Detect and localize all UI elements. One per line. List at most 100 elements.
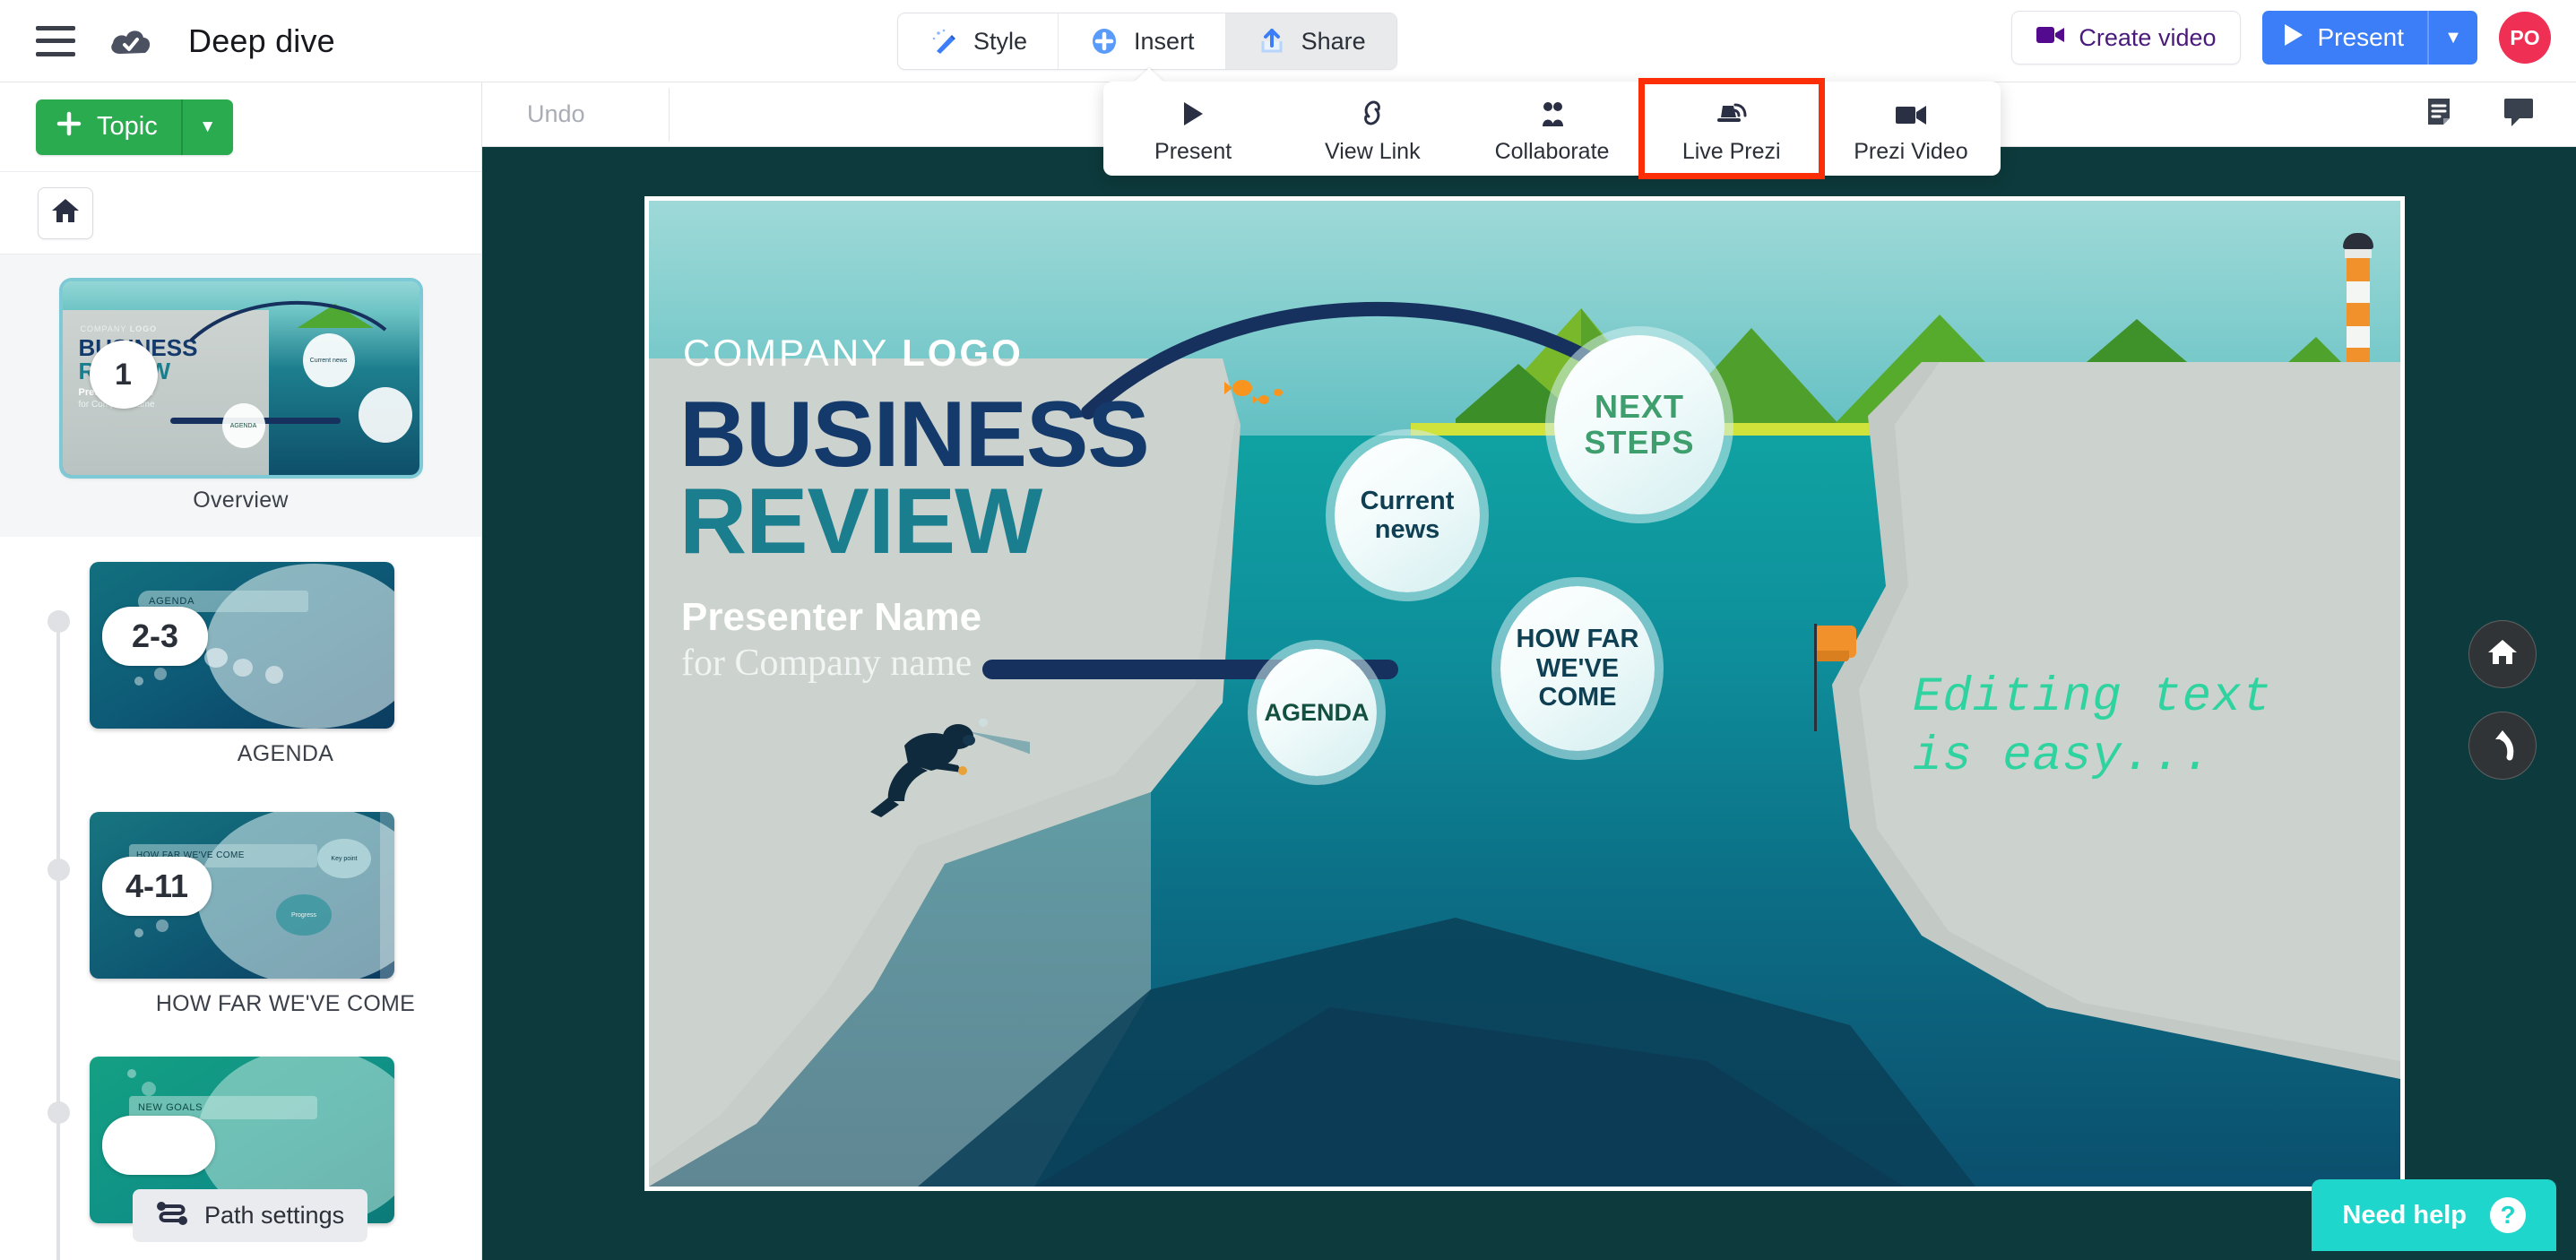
canvas-area[interactable]: COMPANY LOGO BUSINESS REVIEW Presenter N… [482, 82, 2576, 1260]
top-right-controls: Create video Present ▼ PO [2011, 11, 2551, 65]
upload-icon [1257, 26, 1287, 56]
home-icon [2485, 636, 2520, 673]
bubble-how-far[interactable]: HOW FAR WE'VE COME [1500, 586, 1655, 751]
document-title[interactable]: Deep dive [188, 22, 335, 60]
prezi-editor: Deep dive Style Insert Share Create vide… [0, 0, 2576, 1260]
link-icon [1357, 92, 1387, 128]
slide-item-1[interactable]: COMPANY LOGO BUSINESS REVIEW Presenter N… [0, 255, 481, 537]
create-video-button[interactable]: Create video [2011, 11, 2241, 65]
user-avatar[interactable]: PO [2499, 12, 2551, 64]
tab-insert-label: Insert [1134, 27, 1195, 55]
company-logo-light: COMPANY [683, 332, 903, 374]
tab-share[interactable]: Share [1225, 13, 1396, 69]
company-logo-bold: LOGO [902, 332, 1024, 374]
bubble-agenda[interactable]: AGENDA [1257, 649, 1377, 776]
slide-label: Overview [193, 488, 289, 513]
center-tab-group: Style Insert Share [897, 13, 1397, 70]
share-item-label: Present [1154, 139, 1232, 164]
path-settings-label: Path settings [204, 1202, 345, 1229]
bubble-current-news-label: Current news [1360, 486, 1455, 544]
share-item-label: View Link [1325, 139, 1421, 164]
path-settings-button[interactable]: Path settings [133, 1189, 368, 1242]
video-camera-icon [2036, 23, 2066, 53]
slide-item-2[interactable]: AGENDA 2-3 AGENDA [0, 537, 481, 787]
hamburger-menu-icon[interactable] [36, 25, 75, 56]
slide-item-3[interactable]: HOW FAR WE'VE COME Key point Progress 4-… [0, 787, 481, 1037]
cloud-check-icon[interactable] [108, 23, 152, 59]
editing-text-line2: is easy... [1913, 729, 2213, 784]
share-item-label: Collaborate [1494, 139, 1610, 164]
path-dot[interactable] [48, 610, 70, 633]
tab-style-label: Style [973, 27, 1028, 55]
question-mark-icon: ? [2490, 1197, 2526, 1233]
canvas-home-button[interactable] [2468, 620, 2537, 688]
create-video-label: Create video [2079, 23, 2217, 51]
share-menu-item-prezi-video[interactable]: Prezi Video [1821, 82, 2001, 176]
share-dropdown-menu: Present View Link Collaborate Live Prezi… [1103, 78, 2001, 179]
slide-badge [102, 1116, 215, 1175]
need-help-label: Need help [2342, 1200, 2467, 1230]
present-button[interactable]: Present [2261, 11, 2427, 65]
slide-badge: 1 [89, 341, 158, 409]
need-help-button[interactable]: Need help ? [2312, 1179, 2556, 1251]
editing-text-line1: Editing text [1913, 670, 2272, 725]
path-dot[interactable] [48, 1101, 70, 1124]
home-icon [50, 196, 81, 229]
comment-icon[interactable] [2503, 97, 2537, 132]
canvas-back-button[interactable] [2468, 712, 2537, 780]
share-menu-pointer [1134, 68, 1164, 82]
notes-icon[interactable] [2425, 96, 2458, 133]
people-icon [1536, 92, 1569, 128]
slide-company-name[interactable]: for Company name [681, 642, 972, 685]
tab-share-label: Share [1301, 27, 1366, 55]
magic-wand-icon [929, 26, 959, 56]
share-menu-item-view-link[interactable]: View Link [1283, 82, 1462, 176]
share-menu-item-collaborate[interactable]: Collaborate [1462, 82, 1641, 176]
sidebar-home-button[interactable] [38, 186, 93, 239]
slide-list[interactable]: COMPANY LOGO BUSINESS REVIEW Presenter N… [0, 255, 481, 1260]
present-button-group[interactable]: Present ▼ [2261, 11, 2477, 65]
add-topic-label: Topic [97, 112, 158, 141]
plus-circle-icon [1089, 26, 1119, 56]
video-cam-icon [1893, 92, 1929, 128]
slide-title-line2[interactable]: REVIEW [679, 474, 1042, 569]
slide-editing-text[interactable]: Editing text is easy... [1913, 669, 2272, 787]
bubble-how-far-label: HOW FAR WE'VE COME [1516, 625, 1639, 712]
share-menu-item-present[interactable]: Present [1103, 82, 1283, 176]
bubble-agenda-label: AGENDA [1264, 698, 1370, 726]
slide-label: AGENDA [237, 741, 334, 766]
bubble-next-steps-label: NEXT STEPS [1584, 387, 1695, 461]
canvas-toolbar-right [2425, 96, 2537, 133]
present-label: Present [2317, 23, 2405, 51]
bubble-current-news[interactable]: Current news [1335, 438, 1480, 592]
slide-badge: 4-11 [102, 857, 212, 916]
slide-presenter-name[interactable]: Presenter Name [681, 595, 981, 640]
share-item-label: Prezi Video [1854, 139, 1968, 164]
share-item-label: Live Prezi [1681, 139, 1781, 164]
slide-label: HOW FAR WE'VE COME [155, 991, 416, 1016]
toolbar-divider [669, 88, 670, 142]
path-dot[interactable] [48, 859, 70, 881]
broadcast-icon [1714, 92, 1750, 128]
present-dropdown-caret[interactable]: ▼ [2427, 11, 2477, 65]
slide-canvas[interactable]: COMPANY LOGO BUSINESS REVIEW Presenter N… [649, 201, 2400, 1187]
plus-icon [56, 110, 82, 144]
add-topic-button[interactable]: Topic [36, 99, 181, 155]
canvas-floating-buttons [2468, 620, 2537, 780]
add-topic-button-group[interactable]: Topic ▼ [36, 99, 233, 155]
tab-insert[interactable]: Insert [1059, 13, 1226, 69]
curved-up-arrow-icon [2485, 727, 2520, 765]
undo-button[interactable]: Undo [527, 100, 585, 128]
slide-title-line1[interactable]: BUSINESS [679, 387, 1150, 482]
path-icon [156, 1201, 188, 1230]
share-menu-item-live-prezi[interactable]: Live Prezi [1638, 78, 1825, 179]
slide-company-logo[interactable]: COMPANY LOGO [683, 332, 1024, 375]
tab-style[interactable]: Style [898, 13, 1059, 69]
sidebar-home-row [0, 172, 481, 255]
bubble-next-steps[interactable]: NEXT STEPS [1554, 335, 1725, 514]
play-icon [1180, 92, 1206, 128]
add-topic-dropdown-caret[interactable]: ▼ [180, 99, 233, 155]
play-icon [2282, 22, 2305, 54]
topic-row: Topic ▼ [0, 82, 481, 172]
left-sidebar: Topic ▼ COMPANY LOGO for name Current ne… [0, 82, 482, 1260]
